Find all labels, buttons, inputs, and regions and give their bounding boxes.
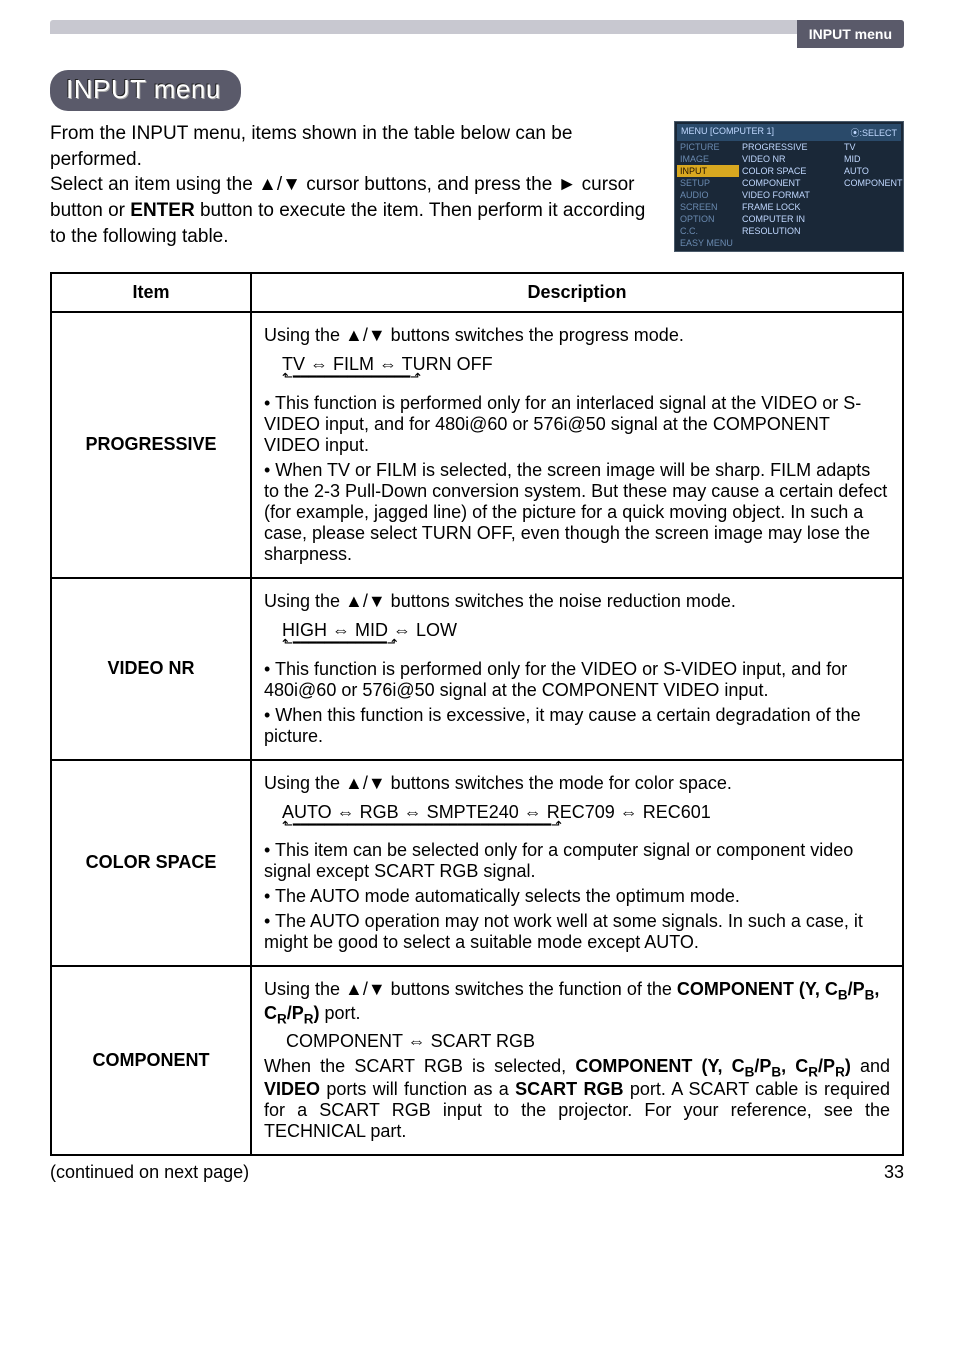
- section-heading: INPUT menu: [50, 70, 241, 111]
- txt: R: [304, 1012, 314, 1027]
- continued-label: (continued on next page): [50, 1162, 249, 1183]
- row-desc-video-nr: Using the ▲/▼ buttons switches the noise…: [251, 578, 903, 760]
- bullet: • The AUTO mode automatically selects th…: [264, 886, 890, 907]
- osd-left-item: EASY MENU: [677, 237, 739, 249]
- txt: SCART RGB: [515, 1079, 623, 1099]
- header-grey-bar: [50, 20, 904, 34]
- osd-mid-item: COMPUTER IN: [739, 213, 841, 225]
- osd-left-item: INPUT: [677, 165, 739, 177]
- txt: B: [745, 1064, 755, 1079]
- page-footer: (continued on next page) 33: [50, 1162, 904, 1183]
- txt: R: [277, 1012, 287, 1027]
- row-desc-component: Using the ▲/▼ buttons switches the funct…: [251, 966, 903, 1155]
- row-desc-progressive: Using the ▲/▼ buttons switches the progr…: [251, 312, 903, 578]
- osd-mid-item: COLOR SPACE: [739, 165, 841, 177]
- cycle-return-arrow-icon: ⬑━━━━━━━━━━━━━━━⬏: [282, 373, 493, 381]
- osd-title: MENU [COMPUTER 1] ⦿:SELECT: [677, 124, 901, 141]
- osd-mid-item: PROGRESSIVE: [739, 141, 841, 153]
- bullet: • This function is performed only for an…: [264, 393, 890, 456]
- osd-right-item: MID: [841, 153, 901, 165]
- txt: and: [851, 1056, 890, 1076]
- osd-title-right: ⦿:SELECT: [850, 126, 897, 139]
- row-desc-color-space: Using the ▲/▼ buttons switches the mode …: [251, 760, 903, 967]
- txt: B: [865, 988, 875, 1003]
- txt: , C: [781, 1056, 808, 1076]
- osd-mid-item: VIDEO NR: [739, 153, 841, 165]
- osd-right-col: TV MID AUTO COMPONENT: [841, 141, 901, 249]
- txt: ports will function as a: [320, 1079, 515, 1099]
- osd-left-item: SCREEN: [677, 201, 739, 213]
- osd-title-left: MENU [COMPUTER 1]: [681, 126, 774, 139]
- osd-mid-col: PROGRESSIVE VIDEO NR COLOR SPACE COMPONE…: [739, 141, 841, 249]
- txt: R: [835, 1064, 845, 1079]
- osd-left-item: C.C.: [677, 225, 739, 237]
- osd-left-item: OPTION: [677, 213, 739, 225]
- txt: /P: [818, 1056, 835, 1076]
- enter-label: ENTER: [130, 200, 194, 221]
- osd-preview: MENU [COMPUTER 1] ⦿:SELECT PICTURE IMAGE…: [674, 121, 904, 252]
- osd-left-item: SETUP: [677, 177, 739, 189]
- txt: /P: [754, 1056, 771, 1076]
- txt: COMPONENT (Y, C: [575, 1056, 744, 1076]
- intro-line-1: From the INPUT menu, items shown in the …: [50, 123, 572, 170]
- lead: Using the ▲/▼ buttons switches the noise…: [264, 591, 890, 612]
- lead: Using the ▲/▼ buttons switches the funct…: [264, 979, 890, 1026]
- intro-text: From the INPUT menu, items shown in the …: [50, 121, 656, 249]
- osd-mid-item: FRAME LOCK: [739, 201, 841, 213]
- bullet: • This function is performed only for th…: [264, 659, 890, 701]
- osd-mid-item: VIDEO FORMAT: [739, 189, 841, 201]
- txt: VIDEO: [264, 1079, 320, 1099]
- osd-mid-item: COMPONENT: [739, 177, 841, 189]
- row-item-component: COMPONENT: [51, 966, 251, 1155]
- header-strip: INPUT menu: [50, 20, 904, 48]
- th-item: Item: [51, 273, 251, 312]
- lead: Using the ▲/▼ buttons switches the mode …: [264, 773, 890, 794]
- bullet: • When TV or FILM is selected, the scree…: [264, 460, 890, 565]
- cycle-diagram: TV ⇔ FILM ⇔ TURN OFF ⬑━━━━━━━━━━━━━━━⬏: [282, 354, 493, 381]
- cycle-diagram: HIGH ⇔ MID ⇔ LOW ⬑━━━━━━━━━━━━⬏: [282, 620, 457, 647]
- intro-row: From the INPUT menu, items shown in the …: [50, 121, 904, 252]
- bullet: • The AUTO operation may not work well a…: [264, 911, 890, 953]
- row-item-progressive: PROGRESSIVE: [51, 312, 251, 578]
- row-item-video-nr: VIDEO NR: [51, 578, 251, 760]
- txt: When the SCART RGB is selected,: [264, 1056, 575, 1076]
- osd-left-item: PICTURE: [677, 141, 739, 153]
- cycle-diagram: AUTO ⇔ RGB ⇔ SMPTE240 ⇔ REC709 ⇔ REC601 …: [282, 802, 711, 829]
- txt: port.: [320, 1003, 361, 1023]
- osd-right-item: TV: [841, 141, 901, 153]
- txt: COMPONENT (Y, C: [677, 979, 838, 999]
- txt: /P: [287, 1003, 304, 1023]
- osd-mid-item: RESOLUTION: [739, 225, 841, 237]
- txt: B: [771, 1064, 781, 1079]
- osd-left-item: AUDIO: [677, 189, 739, 201]
- header-tab: INPUT menu: [797, 20, 904, 48]
- osd-left-col: PICTURE IMAGE INPUT SETUP AUDIO SCREEN O…: [677, 141, 739, 249]
- bullet: • This item can be selected only for a c…: [264, 840, 890, 882]
- txt: /P: [848, 979, 865, 999]
- osd-right-item: COMPONENT: [841, 177, 901, 189]
- txt: Using the ▲/▼ buttons switches the funct…: [264, 979, 677, 999]
- settings-table: Item Description PROGRESSIVE Using the ▲…: [50, 272, 904, 1156]
- txt: B: [838, 988, 848, 1003]
- page-number: 33: [884, 1162, 904, 1183]
- bullet: • When this function is excessive, it ma…: [264, 705, 890, 747]
- tail: When the SCART RGB is selected, COMPONEN…: [264, 1056, 890, 1143]
- row-item-color-space: COLOR SPACE: [51, 760, 251, 967]
- txt: R: [808, 1064, 818, 1079]
- osd-right-item: AUTO: [841, 165, 901, 177]
- osd-left-item: IMAGE: [677, 153, 739, 165]
- lead: Using the ▲/▼ buttons switches the progr…: [264, 325, 890, 346]
- th-desc: Description: [251, 273, 903, 312]
- cycle-text: COMPONENT ⇔ SCART RGB: [286, 1031, 890, 1052]
